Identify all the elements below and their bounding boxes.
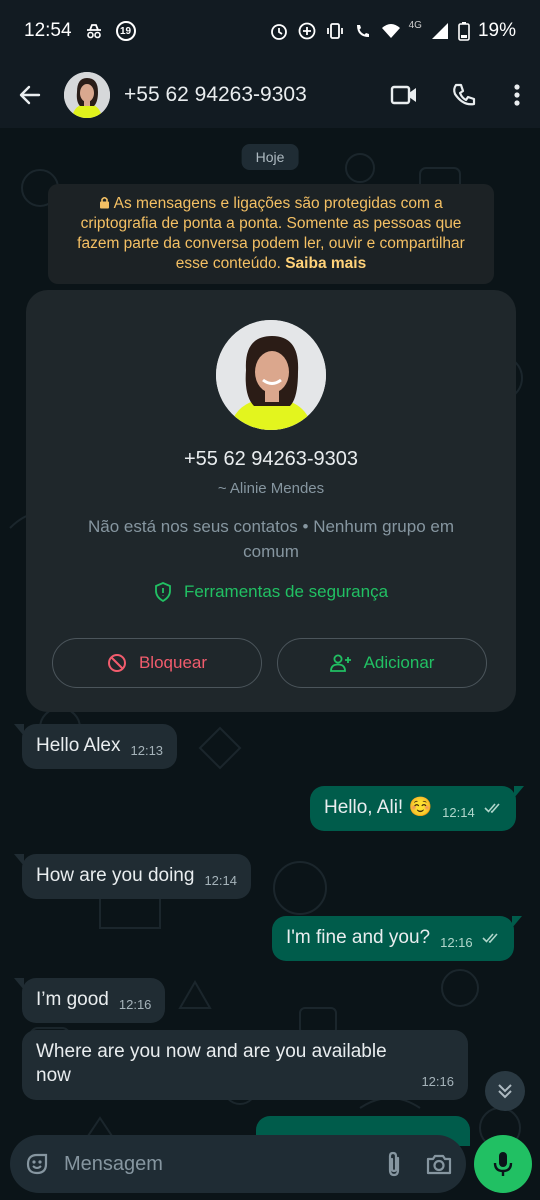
safety-tools-link[interactable]: Ferramentas de segurança bbox=[26, 582, 516, 602]
add-contact-label: Adicionar bbox=[363, 653, 435, 672]
more-vert-icon bbox=[514, 84, 520, 106]
status-time: 12:54 bbox=[24, 20, 72, 41]
message-bubble-incoming[interactable]: Hello Alex 12:13 bbox=[14, 724, 178, 769]
notification-count-badge: 19 bbox=[115, 21, 136, 41]
card-push-name: ~ Alinie Mendes bbox=[217, 480, 325, 497]
message-bubble-incoming[interactable]: I’m good 12:16 bbox=[14, 978, 166, 1023]
learn-more-link[interactable]: Saiba mais bbox=[285, 255, 366, 272]
battery-level: 19% bbox=[477, 20, 516, 41]
message-bubble-incoming[interactable]: Where are you now and are you available … bbox=[22, 1030, 468, 1100]
back-button[interactable] bbox=[0, 62, 60, 128]
message-time: 12:16 bbox=[118, 997, 152, 1012]
date-chip: Hoje bbox=[241, 144, 299, 170]
message-time: 12:16 bbox=[440, 935, 473, 950]
video-call-icon bbox=[390, 85, 416, 105]
message-text: I'm fine and you? bbox=[286, 927, 431, 948]
add-person-icon bbox=[329, 654, 351, 672]
block-icon bbox=[107, 654, 126, 672]
voice-call-button[interactable] bbox=[434, 62, 494, 128]
message-text: Hello Alex bbox=[36, 735, 121, 756]
shield-icon bbox=[155, 582, 171, 602]
status-bar: 12:54 19 4G 19% bbox=[0, 0, 540, 62]
message-text: Hello, Ali! ☺️ bbox=[324, 797, 433, 818]
spy-icon bbox=[86, 24, 101, 39]
profile-photo bbox=[216, 320, 326, 430]
vibrate-icon bbox=[326, 23, 343, 39]
message-text: Where are you now and are you available … bbox=[36, 1041, 387, 1086]
message-text: How are you doing bbox=[36, 865, 195, 886]
voice-message-button[interactable] bbox=[474, 1135, 532, 1193]
double-chevron-down-icon bbox=[498, 1084, 512, 1099]
battery-icon bbox=[458, 22, 470, 41]
card-phone-number: +55 62 94263-9303 bbox=[183, 448, 359, 470]
message-time: 12:16 bbox=[421, 1074, 454, 1089]
bubble-tail bbox=[14, 978, 24, 990]
chat-title[interactable]: +55 62 94263-9303 bbox=[124, 83, 307, 107]
more-options-button[interactable] bbox=[494, 62, 540, 128]
sticker-icon[interactable] bbox=[24, 1151, 50, 1177]
attach-icon[interactable] bbox=[384, 1150, 404, 1178]
bubble-tail bbox=[513, 786, 524, 798]
unknown-contact-card: +55 62 94263-9303 ~ Alinie Mendes Não es… bbox=[26, 290, 516, 712]
add-contact-button[interactable]: Adicionar bbox=[277, 638, 487, 688]
block-button[interactable]: Bloquear bbox=[52, 638, 262, 688]
bubble-tail bbox=[14, 724, 24, 736]
video-call-button[interactable] bbox=[374, 62, 434, 128]
message-input[interactable] bbox=[64, 1152, 334, 1176]
message-time: 12:13 bbox=[130, 743, 164, 758]
card-contact-status: Não está nos seus contatos • Nenhum grup… bbox=[88, 517, 454, 561]
message-text: I’m good bbox=[36, 989, 109, 1010]
avatar-photo bbox=[64, 72, 110, 118]
message-time: 12:14 bbox=[442, 805, 475, 820]
lock-icon bbox=[100, 196, 110, 209]
chat-header: +55 62 94263-9303 bbox=[0, 62, 540, 128]
wifi-call-icon bbox=[356, 25, 369, 37]
scroll-to-bottom-button[interactable] bbox=[485, 1071, 525, 1111]
message-bubble-incoming[interactable]: How are you doing 12:14 bbox=[14, 854, 251, 899]
alarm-icon bbox=[270, 24, 287, 40]
data-saver-icon bbox=[298, 22, 316, 40]
message-bubble-outgoing[interactable]: I'm fine and you? 12:16 bbox=[272, 916, 522, 961]
bubble-tail bbox=[14, 854, 24, 866]
back-arrow-icon bbox=[19, 85, 41, 105]
phone-icon bbox=[453, 83, 476, 106]
wifi-icon bbox=[381, 24, 400, 38]
camera-icon[interactable] bbox=[426, 1152, 452, 1176]
encryption-notice[interactable]: As mensagens e ligações são protegidas c… bbox=[48, 184, 494, 284]
read-receipt-icon bbox=[484, 803, 500, 813]
contact-avatar[interactable] bbox=[64, 72, 110, 118]
message-time: 12:14 bbox=[204, 873, 237, 888]
safety-tools-label: Ferramentas de segurança bbox=[183, 582, 389, 601]
network-type: 4G bbox=[408, 19, 422, 31]
encryption-text: As mensagens e ligações são protegidas c… bbox=[77, 195, 465, 272]
signal-icon bbox=[431, 23, 448, 39]
message-composer bbox=[10, 1135, 466, 1193]
message-bubble-outgoing[interactable]: Hello, Ali! ☺️ 12:14 bbox=[310, 786, 524, 831]
read-receipt-icon bbox=[482, 933, 498, 943]
bubble-tail bbox=[511, 916, 522, 928]
contact-profile-photo[interactable] bbox=[216, 320, 326, 430]
block-label: Bloquear bbox=[138, 653, 208, 672]
microphone-icon bbox=[493, 1152, 513, 1176]
